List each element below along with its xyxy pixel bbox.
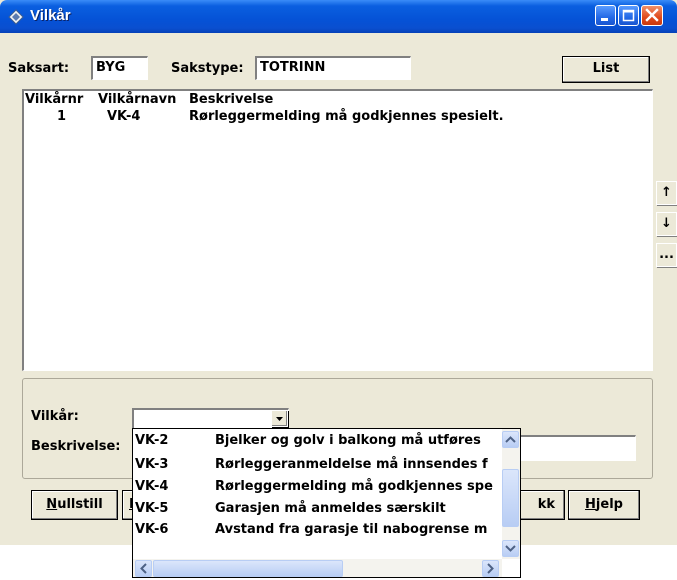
list-item[interactable]: VK-6 Avstand fra garasje til nabogrense … xyxy=(133,520,503,539)
title-bar[interactable]: Vilkår xyxy=(0,0,677,33)
item-code: VK-5 xyxy=(135,501,169,516)
vilkar-label: Vilkår: xyxy=(31,409,79,424)
horizontal-scroll-thumb[interactable] xyxy=(153,560,343,577)
saksart-label: Saksart: xyxy=(8,61,70,76)
chevron-down-icon xyxy=(505,545,516,552)
beskrivelse-label: Beskrivelse: xyxy=(31,439,121,454)
item-code: VK-3 xyxy=(135,457,169,472)
vilkar-dropdown-list[interactable]: VK-2 Bjelker og golv i balkong må utføre… xyxy=(132,428,521,578)
minimize-button[interactable] xyxy=(595,5,616,26)
item-code: VK-4 xyxy=(135,479,169,494)
row-beskrivelse: Rørleggermelding må godkjennes spesielt. xyxy=(189,109,504,124)
item-desc: Avstand fra garasje til nabogrense m xyxy=(215,522,488,537)
list-item[interactable]: VK-5 Garasjen må anmeldes særskilt xyxy=(133,499,503,518)
nullstill-button[interactable]: Nullstill xyxy=(31,490,118,520)
vilkar-grid[interactable]: Vilkårnr Vilkårnavn Beskrivelse 1 VK-4 R… xyxy=(22,89,653,371)
minimize-icon xyxy=(601,18,608,21)
horizontal-scrollbar[interactable] xyxy=(133,559,502,577)
chevron-right-icon xyxy=(487,563,494,574)
ellipsis-icon: ... xyxy=(659,247,674,262)
chevron-up-icon xyxy=(505,436,516,443)
scroll-left-button[interactable] xyxy=(135,560,152,577)
hjelp-button[interactable]: Hjelp xyxy=(568,490,640,520)
scroll-right-button[interactable] xyxy=(482,560,499,577)
scroll-up-button[interactable] xyxy=(502,431,519,448)
close-button[interactable] xyxy=(641,5,663,26)
maximize-icon xyxy=(622,9,635,22)
item-code: VK-6 xyxy=(135,522,169,537)
move-down-button[interactable]: ↓ xyxy=(656,212,677,236)
vertical-scrollbar[interactable] xyxy=(502,429,520,559)
window-title: Vilkår xyxy=(30,7,71,24)
more-button[interactable]: ... xyxy=(656,243,677,267)
row-vilkarnr: 1 xyxy=(57,109,67,124)
list-button-label: List xyxy=(592,61,620,76)
scroll-down-button[interactable] xyxy=(502,540,519,557)
list-button[interactable]: List xyxy=(562,56,650,83)
combo-dropdown-button[interactable] xyxy=(271,410,288,427)
list-item[interactable]: VK-4 Rørleggermelding må godkjennes spe xyxy=(133,477,503,496)
item-desc: Rørleggermelding må godkjennes spe xyxy=(215,479,493,494)
arrow-up-icon: ↑ xyxy=(661,185,672,200)
maximize-button[interactable] xyxy=(618,5,639,26)
column-vilkarnavn[interactable]: Vilkårnavn xyxy=(98,91,176,109)
item-desc: Bjelker og golv i balkong må utføres xyxy=(215,433,481,448)
sakstype-label: Sakstype: xyxy=(171,61,244,76)
column-vilkarnr[interactable]: Vilkårnr xyxy=(25,91,83,109)
item-desc: Garasjen må anmeldes særskilt xyxy=(215,501,446,516)
hjelp-label: Hjelp xyxy=(585,497,623,512)
move-up-button[interactable]: ↑ xyxy=(656,181,677,205)
row-vilkarnavn: VK-4 xyxy=(107,109,141,124)
item-code: VK-2 xyxy=(135,433,169,448)
list-item[interactable]: VK-2 Bjelker og golv i balkong må utføre… xyxy=(133,431,503,450)
chevron-left-icon xyxy=(140,563,147,574)
sakstype-field[interactable]: TOTRINN xyxy=(255,56,411,80)
arrow-down-icon: ↓ xyxy=(661,216,672,231)
list-item[interactable]: VK-3 Rørleggeranmeldelse må innsendes f xyxy=(133,455,503,474)
column-beskrivelse[interactable]: Beskrivelse xyxy=(189,91,273,109)
app-icon xyxy=(8,9,24,25)
item-desc: Rørleggeranmeldelse må innsendes f xyxy=(215,457,488,472)
nullstill-label: Nullstill xyxy=(46,497,103,512)
scroll-thumb[interactable] xyxy=(502,469,519,527)
saksart-field[interactable]: BYG xyxy=(91,56,148,80)
close-icon xyxy=(645,8,659,22)
beskrivelse-field[interactable] xyxy=(510,435,636,461)
vilkar-combo[interactable] xyxy=(132,408,289,429)
chevron-down-icon xyxy=(276,417,283,421)
tilbake-label: kk xyxy=(537,497,555,512)
